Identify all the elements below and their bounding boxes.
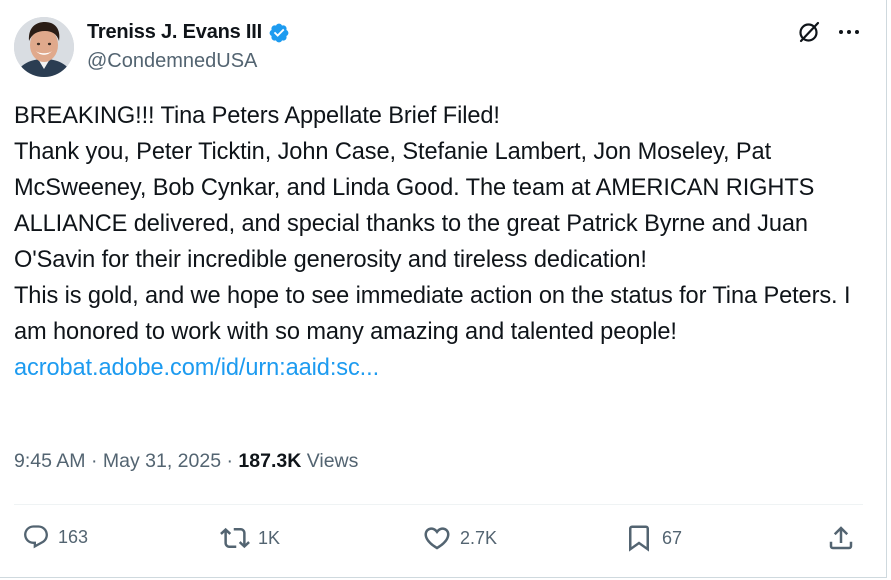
tweet-date[interactable]: May 31, 2025	[103, 450, 221, 472]
views-count[interactable]: 187.3K	[238, 450, 301, 472]
tweet-link[interactable]: acrobat.adobe.com/id/urn:aaid:sc...	[14, 355, 379, 381]
author-display-name[interactable]: Treniss J. Evans III	[87, 21, 262, 44]
bookmark-icon	[629, 525, 649, 552]
meta-separator: ·	[90, 450, 98, 472]
tweet-card: Treniss J. Evans III @CondemnedUSA BREAK…	[0, 0, 887, 578]
avatar-photo	[14, 17, 74, 77]
reply-count: 163	[58, 526, 89, 547]
tweet-time[interactable]: 9:45 AM	[14, 450, 86, 472]
reply-button[interactable]: 163	[22, 523, 88, 551]
author-name-row: Treniss J. Evans III	[87, 21, 290, 44]
heart-icon	[424, 527, 450, 550]
tweet-text: BREAKING!!! Tina Peters Appellate Brief …	[14, 98, 874, 386]
views-label: Views	[306, 450, 359, 472]
reply-icon	[24, 525, 48, 549]
repost-button[interactable]: 1K	[220, 523, 280, 553]
more-icon[interactable]	[836, 19, 862, 45]
tweet-line: This is gold, and we hope to see immedia…	[14, 283, 851, 345]
tweet-line: Thank you, Peter Ticktin, John Case, Ste…	[14, 139, 815, 273]
tweet-line: BREAKING!!! Tina Peters Appellate Brief …	[14, 103, 500, 129]
grok-icon[interactable]	[796, 19, 822, 45]
share-icon	[829, 526, 853, 550]
bookmark-count: 67	[662, 527, 683, 548]
like-count: 2.7K	[460, 527, 498, 548]
divider	[14, 504, 863, 505]
tweet-meta: 9:45 AM · May 31, 2025 · 187.3K Views	[14, 450, 358, 473]
repost-icon	[220, 527, 250, 549]
meta-separator: ·	[226, 450, 233, 472]
share-button[interactable]	[826, 523, 856, 553]
author-handle[interactable]: @CondemnedUSA	[87, 50, 257, 73]
verified-badge-icon[interactable]	[268, 22, 290, 44]
like-button[interactable]: 2.7K	[422, 523, 497, 553]
bookmark-button[interactable]: 67	[624, 523, 682, 553]
repost-count: 1K	[258, 527, 281, 548]
avatar[interactable]	[14, 17, 74, 77]
